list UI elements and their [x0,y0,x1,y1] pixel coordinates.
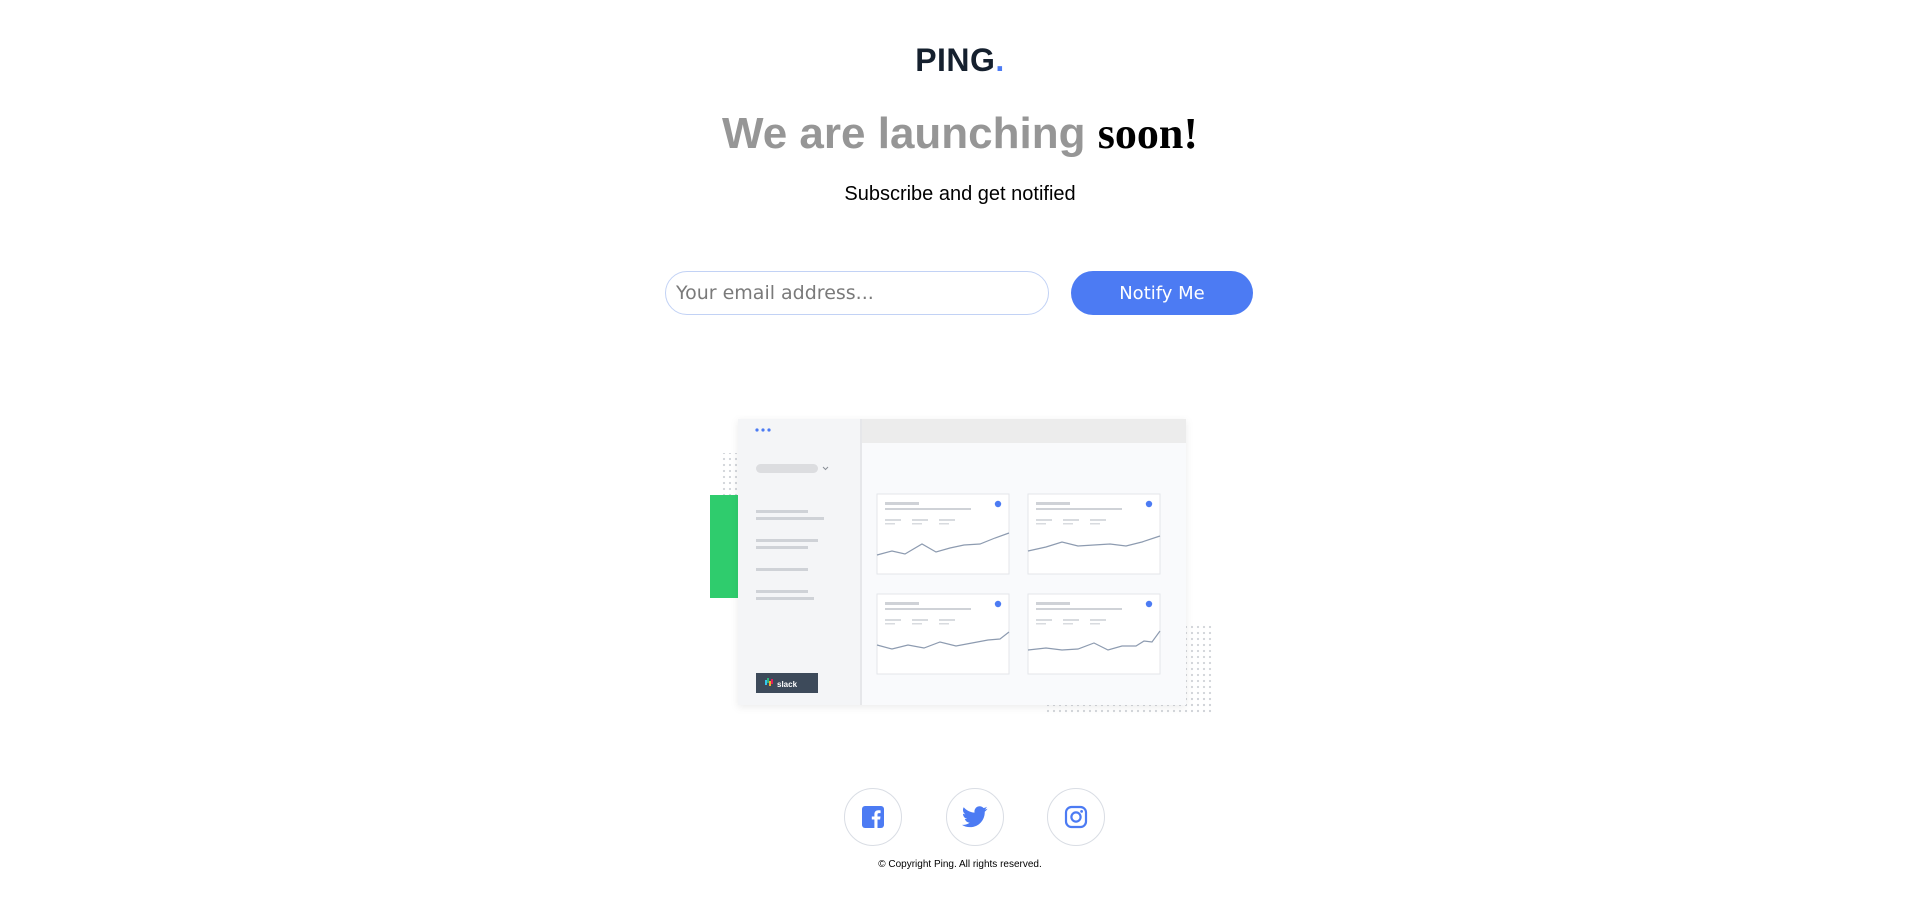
slack-label: slack [777,680,798,689]
brand-name: PING [915,42,996,78]
page: PING. We are launching soon! Subscribe a… [0,0,1920,919]
slack-button: slack [756,673,818,693]
page-title: We are launching soon! [0,108,1920,159]
facebook-button[interactable] [844,788,902,846]
sidebar-dropdown [756,464,818,473]
twitter-button[interactable] [946,788,1004,846]
title-strong: soon! [1097,109,1198,158]
dashboard-illustration: slack [710,419,1212,716]
instagram-icon [1064,805,1088,829]
window-dot [755,428,759,432]
chart-card [1027,593,1161,675]
brand-logo: PING. [0,42,1920,79]
notify-button[interactable]: Notify Me [1071,271,1253,315]
chart-card [1027,493,1161,575]
copyright: © Copyright Ping. All rights reserved. [878,859,1042,870]
twitter-icon [962,806,988,828]
window-dot [761,428,765,432]
window-sidebar [738,419,862,705]
instagram-button[interactable] [1047,788,1105,846]
email-input[interactable] [665,271,1049,315]
facebook-icon [862,806,884,828]
subtitle: Subscribe and get notified [844,183,1076,205]
title-light: We are launching [722,109,1086,158]
window-dot [767,428,771,432]
brand-dot: . [995,42,1005,78]
chart-card [876,593,1010,675]
chart-card [876,493,1010,575]
